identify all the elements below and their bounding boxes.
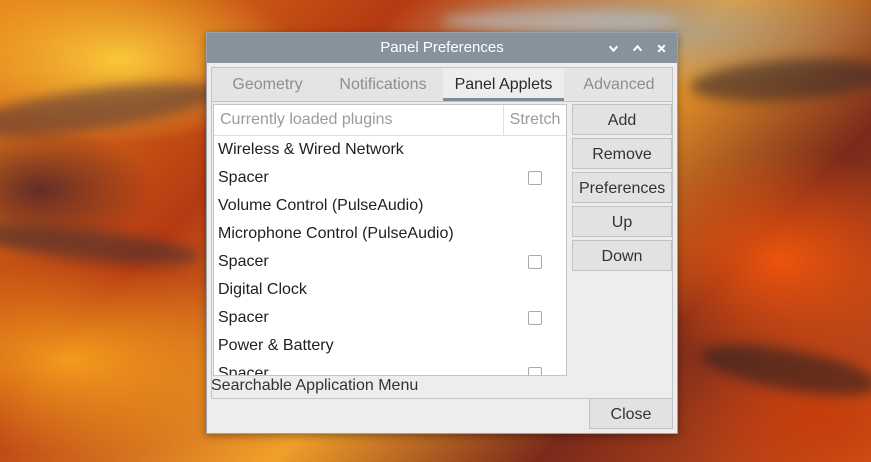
window-controls [603,33,671,63]
close-icon[interactable] [651,38,671,58]
tab-advanced[interactable]: Advanced [564,68,674,101]
status-text: Searchable Application Menu [211,377,419,394]
plugin-name: Wireless & Wired Network [218,141,404,158]
stretch-cell [504,171,566,185]
maximize-icon[interactable] [627,38,647,58]
minimize-icon[interactable] [603,38,623,58]
list-header: Currently loaded plugins Stretch [214,105,566,136]
stretch-cell [504,367,566,375]
down-button[interactable]: Down [572,240,672,271]
plugin-action-buttons: Add Remove Preferences Up Down [572,104,672,274]
list-item[interactable]: Power & Battery [214,332,566,360]
stretch-cell [504,311,566,325]
plugin-name: Microphone Control (PulseAudio) [218,225,454,242]
panel-preferences-window: Panel Preferences Geometry Notifications… [206,32,678,434]
list-item[interactable]: Spacer [214,248,566,276]
panel-applets-page: Currently loaded plugins Stretch Wireles… [212,102,672,398]
plugin-name: Digital Clock [218,281,307,298]
plugin-list[interactable]: Currently loaded plugins Stretch Wireles… [213,104,567,376]
tab-panel-applets[interactable]: Panel Applets [443,68,564,101]
list-item[interactable]: Spacer [214,164,566,192]
plugin-name: Power & Battery [218,337,334,354]
plugin-name: Spacer [218,309,269,326]
background-cloud [688,53,871,107]
column-header-plugins[interactable]: Currently loaded plugins [214,105,503,135]
list-item[interactable]: Spacer [214,304,566,332]
background-cloud [697,334,871,406]
plugin-name: Spacer [218,253,269,270]
background-cloud [0,72,222,148]
stretch-checkbox[interactable] [528,367,542,375]
stretch-checkbox[interactable] [528,171,542,185]
background-cloud [0,218,201,272]
list-item[interactable]: Digital Clock [214,276,566,304]
list-item[interactable]: Volume Control (PulseAudio) [214,192,566,220]
stretch-cell [504,255,566,269]
close-button[interactable]: Close [589,398,673,429]
preferences-notebook: Geometry Notifications Panel Applets Adv… [211,67,673,399]
background-cloud [440,10,680,32]
preferences-button[interactable]: Preferences [572,172,672,203]
plugin-name: Volume Control (PulseAudio) [218,197,424,214]
list-item[interactable]: Wireless & Wired Network [214,136,566,164]
list-item[interactable]: Spacer [214,360,566,376]
tab-notifications[interactable]: Notifications [323,68,443,101]
stretch-checkbox[interactable] [528,311,542,325]
plugin-name: Spacer [218,169,269,186]
up-button[interactable]: Up [572,206,672,237]
list-item[interactable]: Microphone Control (PulseAudio) [214,220,566,248]
tab-bar: Geometry Notifications Panel Applets Adv… [212,68,672,102]
stretch-checkbox[interactable] [528,255,542,269]
remove-button[interactable]: Remove [572,138,672,169]
plugin-rows: Wireless & Wired Network Spacer Volume Con… [214,136,566,376]
column-header-stretch[interactable]: Stretch [503,105,566,135]
add-button[interactable]: Add [572,104,672,135]
plugin-name: Spacer [218,365,269,376]
titlebar[interactable]: Panel Preferences [207,33,677,63]
tab-geometry[interactable]: Geometry [212,68,323,101]
